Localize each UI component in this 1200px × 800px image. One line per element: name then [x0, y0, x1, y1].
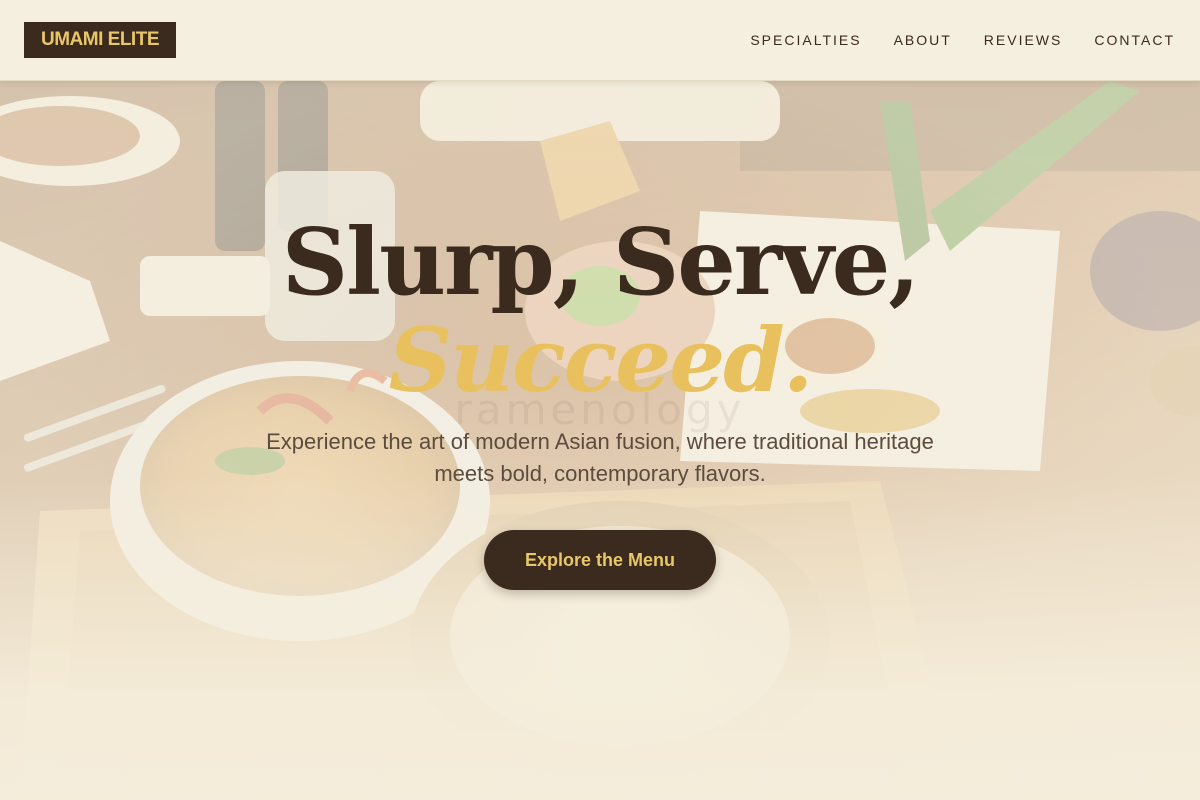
- nav-link-specialties[interactable]: SPECIALTIES: [750, 30, 861, 50]
- explore-menu-button[interactable]: Explore the Menu: [484, 530, 716, 590]
- hero-subtitle: Experience the art of modern Asian fusio…: [266, 429, 934, 486]
- nav-link-about[interactable]: ABOUT: [894, 30, 952, 50]
- hero-headline-line1: Slurp, Serve,: [281, 208, 921, 316]
- nav-links: SPECIALTIES ABOUT REVIEWS CONTACT: [750, 30, 1175, 50]
- nav-link-contact[interactable]: CONTACT: [1094, 30, 1175, 50]
- top-navbar: UMAMI ELITE SPECIALTIES ABOUT REVIEWS CO…: [0, 0, 1200, 81]
- brand-logo[interactable]: UMAMI ELITE: [24, 22, 176, 58]
- nav-link-reviews[interactable]: REVIEWS: [984, 30, 1063, 50]
